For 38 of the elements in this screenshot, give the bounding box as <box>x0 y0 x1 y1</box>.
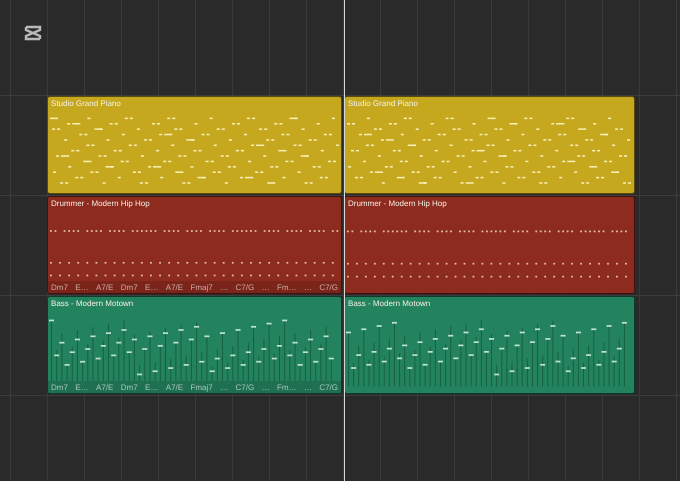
chord-label: Fm… <box>276 282 297 292</box>
region-title: Drummer - Modern Hip Hop <box>50 198 151 209</box>
chord-label: … <box>304 282 312 292</box>
chord-label: Dm7 <box>51 282 68 292</box>
region-title: Bass - Modern Motown <box>50 298 134 309</box>
region-title: Drummer - Modern Hip Hop <box>347 198 448 209</box>
chord-label: … <box>220 382 228 392</box>
chord-label: E… <box>75 282 89 292</box>
chord-label: … <box>262 282 270 292</box>
region-title: Bass - Modern Motown <box>347 298 432 309</box>
midi-region[interactable]: Bass - Modern Motown Dm7 E… A7/E Dm7 E… A7/E Fmaj7 … C7/G … Fm… … C7/G <box>47 296 342 394</box>
region-title: Studio Grand Piano <box>50 98 122 109</box>
chord-label: Fmaj7 <box>190 282 213 292</box>
chord-label: E… <box>75 382 89 392</box>
chord-label: … <box>220 282 228 292</box>
chord-label: C7/G <box>319 282 338 292</box>
chord-label: Dm7 <box>120 382 138 392</box>
chord-label: … <box>304 382 312 392</box>
region-title: Studio Grand Piano <box>347 98 419 109</box>
chord-label: A7/E <box>166 282 184 292</box>
chord-label: A7/E <box>96 282 114 292</box>
chord-label: Dm7 <box>51 382 68 392</box>
midi-region[interactable]: Drummer - Modern Hip Hop Dm7 E… A7/E Dm7 E… A7/E Fmaj7 … C7/G … Fm… … C7/G <box>47 196 342 294</box>
chord-label: Fmaj7 <box>190 382 213 392</box>
chord-label: C7/G <box>319 382 338 392</box>
chord-label: A7/E <box>166 382 184 392</box>
chord-label: C7/G <box>236 382 254 392</box>
chord-label: E… <box>145 282 158 292</box>
playhead-line[interactable] <box>344 0 345 481</box>
chord-label: Dm7 <box>120 282 138 292</box>
midi-region[interactable]: Bass - Modern Motown <box>344 296 635 394</box>
chord-label: … <box>262 382 270 392</box>
chord-label: E… <box>145 382 158 392</box>
chord-label: Fm… <box>276 382 297 392</box>
app-logo-icon <box>23 23 43 43</box>
chord-label: A7/E <box>96 382 114 392</box>
chord-label: C7/G <box>236 282 254 292</box>
midi-region[interactable]: Drummer - Modern Hip Hop <box>344 196 635 294</box>
